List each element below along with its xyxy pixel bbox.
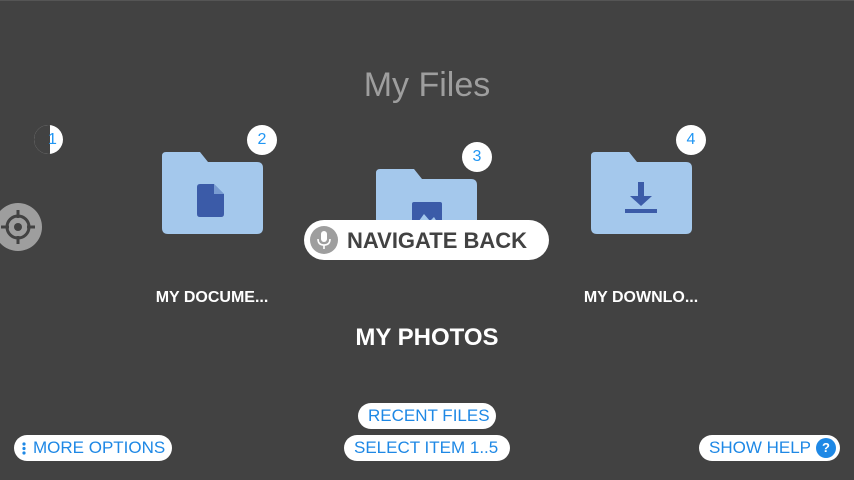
- recent-files-button[interactable]: RECENT FILES: [358, 403, 496, 429]
- recent-files-label: RECENT FILES: [368, 406, 490, 425]
- top-divider: [0, 0, 854, 1]
- item-label-photos: MY PHOTOS: [355, 324, 499, 351]
- item-label-documents: MY DOCUME...: [155, 289, 269, 306]
- select-item-button[interactable]: SELECT ITEM 1..5: [344, 435, 510, 461]
- item-label-downloads: MY DOWNLO...: [583, 289, 699, 306]
- folder-icon: [591, 152, 692, 234]
- select-item-label: SELECT ITEM 1..5: [354, 438, 499, 457]
- more-options-label: MORE OPTIONS: [33, 438, 166, 457]
- edge-item-badge-number: 1: [48, 131, 57, 148]
- microphone-icon: [310, 226, 338, 254]
- show-help-label: SHOW HELP: [709, 438, 812, 457]
- crosshair-icon[interactable]: [0, 203, 42, 251]
- item-badge-photos: 3: [462, 142, 492, 172]
- voice-command-navigate-back[interactable]: NAVIGATE BACK: [304, 220, 549, 260]
- show-help-button[interactable]: SHOW HELP ?: [699, 435, 840, 461]
- file-browser-screen: My Files 1 2 MY DOCUME... 3 MY PHOTOS 4 …: [0, 0, 854, 480]
- folder-downloads[interactable]: [591, 152, 692, 234]
- item-badge-downloads: 4: [676, 125, 706, 155]
- page-title: My Files: [363, 66, 491, 104]
- voice-command-label: NAVIGATE BACK: [347, 228, 528, 253]
- more-vertical-icon: [22, 442, 26, 455]
- folder-documents[interactable]: [162, 152, 263, 234]
- more-options-button[interactable]: MORE OPTIONS: [14, 435, 172, 461]
- folder-icon: [162, 152, 263, 234]
- edge-item-badge[interactable]: 1: [34, 125, 63, 154]
- item-badge-documents: 2: [247, 125, 277, 155]
- help-icon: ?: [816, 438, 836, 458]
